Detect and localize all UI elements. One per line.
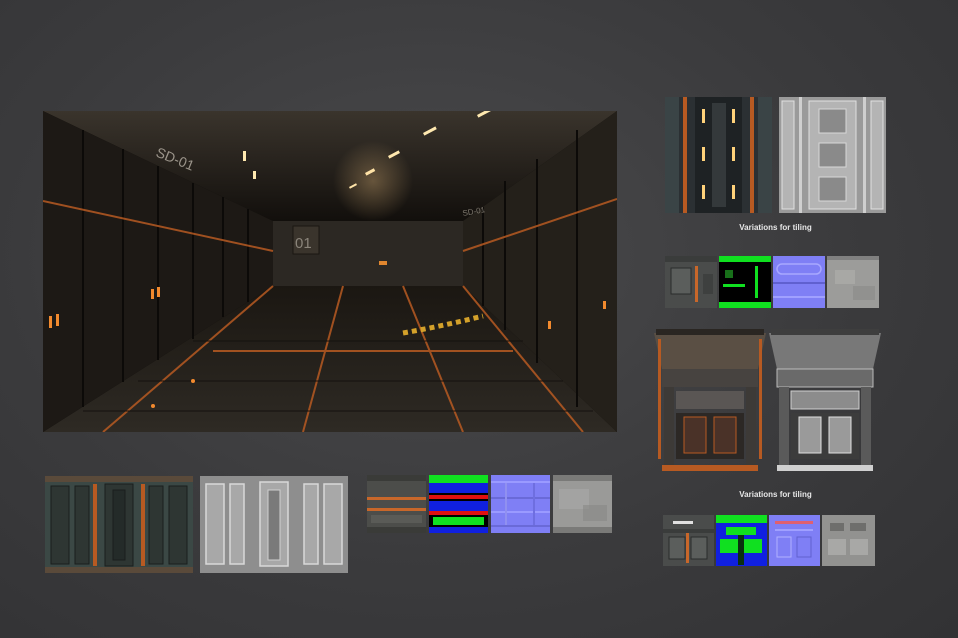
floor-diffuse-texture [367,475,426,533]
panel-bottom-roughness-texture [822,515,875,566]
floor-roughness-texture [553,475,612,533]
panel-small-normal-map-texture [773,256,825,308]
tiling-caption-bottom: Variations for tiling [739,490,812,499]
corridor-render-image: SD-01 01 SD-01 [43,111,617,432]
door-frame-height-texture [769,329,881,473]
panel-bottom-diffuse-texture [663,515,714,566]
wall-panel-diffuse-texture [45,476,193,573]
floor-normal-map-texture [491,475,550,533]
door-frame-diffuse-texture [654,329,766,473]
wall-panel-height-texture [200,476,348,573]
tiling-variation-diffuse-texture [665,97,772,213]
wall-marking-back: 01 [295,235,312,252]
tiling-variation-height-texture [779,97,886,213]
panel-bottom-id-map-texture [716,515,767,566]
floor-id-map-texture [429,475,488,533]
panel-small-id-map-texture [719,256,771,308]
tiling-caption-top: Variations for tiling [739,223,812,232]
panel-small-roughness-texture [827,256,879,308]
panel-bottom-normal-map-texture [769,515,820,566]
panel-small-diffuse-texture [665,256,717,308]
